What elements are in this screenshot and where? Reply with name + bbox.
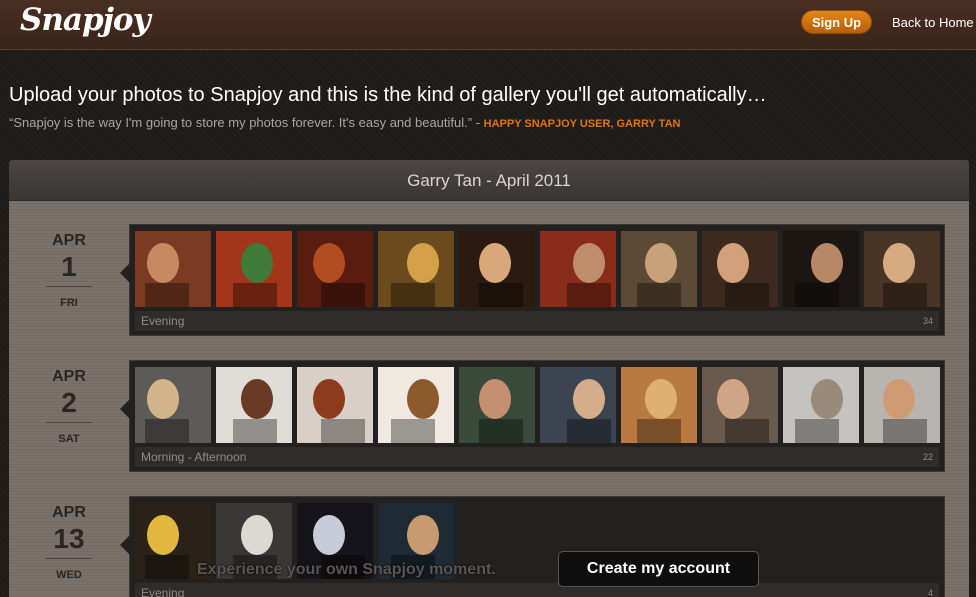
- time-of-day-label: Evening: [141, 314, 185, 328]
- quote-text: “Snapjoy is the way I'm going to store m…: [9, 115, 484, 130]
- photo-thumbnail[interactable]: [702, 231, 778, 307]
- photo-thumbnail[interactable]: [216, 231, 292, 307]
- snapjoy-logo[interactable]: Snapjoy: [20, 2, 151, 38]
- date-weekday: WED: [56, 569, 82, 581]
- day-group: APR 13 WED Evening 4: [9, 496, 969, 597]
- photo-thumbnail[interactable]: [378, 231, 454, 307]
- day-group: APR 2 SAT Morning - Afternoon 22: [9, 360, 969, 472]
- top-bar: Snapjoy Sign Up Back to Home: [0, 0, 976, 50]
- gallery-panel: Garry Tan - April 2011 APR 1 FRI Evening…: [9, 160, 969, 597]
- date-day: 2: [46, 386, 92, 423]
- photo-thumbnail[interactable]: [540, 231, 616, 307]
- date-badge: APR 2 SAT: [46, 360, 92, 445]
- quote-attribution: HAPPY SNAPJOY USER, GARRY TAN: [483, 118, 681, 130]
- photo-count: 4: [927, 588, 933, 597]
- date-weekday: SAT: [58, 433, 80, 445]
- back-to-home-link[interactable]: Back to Home: [892, 15, 974, 30]
- strip-footer: Morning - Afternoon 22: [135, 447, 939, 467]
- photo-thumbnail[interactable]: [135, 231, 211, 307]
- date-badge: APR 13 WED: [46, 496, 92, 581]
- page-headline: Upload your photos to Snapjoy and this i…: [9, 84, 767, 106]
- date-day: 13: [46, 522, 92, 559]
- date-weekday: FRI: [60, 297, 78, 309]
- time-of-day-label: Morning - Afternoon: [141, 450, 247, 464]
- day-group: APR 1 FRI Evening 34: [9, 224, 969, 336]
- time-of-day-label: Evening: [141, 586, 185, 597]
- photo-thumbnail[interactable]: [702, 367, 778, 443]
- gallery-title: Garry Tan - April 2011: [9, 160, 969, 201]
- photo-thumbnail[interactable]: [135, 367, 211, 443]
- testimonial-quote: “Snapjoy is the way I'm going to store m…: [9, 115, 680, 130]
- date-day: 1: [46, 250, 92, 287]
- strip-footer: Evening 4: [135, 583, 939, 597]
- photo-thumbnail[interactable]: [783, 367, 859, 443]
- photo-thumbnail[interactable]: [459, 367, 535, 443]
- photo-thumbnail[interactable]: [783, 231, 859, 307]
- cta-tagline: Experience your own Snapjoy moment.: [197, 561, 496, 578]
- photo-count: 34: [922, 316, 933, 326]
- photo-thumbnail[interactable]: [864, 231, 940, 307]
- date-month: APR: [52, 368, 86, 385]
- photo-thumbnail[interactable]: [297, 367, 373, 443]
- strip-footer: Evening 34: [135, 311, 939, 331]
- photo-thumbnail[interactable]: [297, 231, 373, 307]
- photo-thumbnail[interactable]: [378, 367, 454, 443]
- photo-strip: Evening 4: [120, 496, 945, 597]
- sign-up-button[interactable]: Sign Up: [801, 10, 872, 34]
- date-badge: APR 1 FRI: [46, 224, 92, 309]
- create-account-button[interactable]: Create my account: [558, 551, 759, 587]
- photo-strip: Morning - Afternoon 22: [120, 360, 945, 472]
- photo-thumbnail[interactable]: [864, 367, 940, 443]
- photo-strip: Evening 34: [120, 224, 945, 336]
- photo-thumbnail[interactable]: [216, 367, 292, 443]
- photo-thumbnail[interactable]: [621, 367, 697, 443]
- photo-thumbnail[interactable]: [540, 367, 616, 443]
- date-month: APR: [52, 504, 86, 521]
- date-month: APR: [52, 232, 86, 249]
- photo-count: 22: [922, 452, 933, 462]
- photo-thumbnail[interactable]: [459, 231, 535, 307]
- photo-thumbnail[interactable]: [621, 231, 697, 307]
